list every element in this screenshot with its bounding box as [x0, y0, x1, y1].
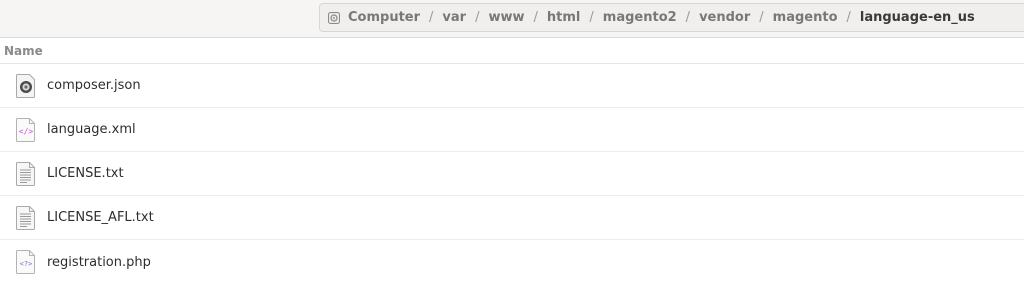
file-list: composer.json </> language.xml LICENSE.t… — [0, 64, 1024, 284]
breadcrumb-separator: / — [589, 10, 594, 25]
json-file-icon — [14, 73, 38, 99]
php-file-icon: <?> — [14, 249, 38, 275]
breadcrumb-separator: / — [429, 10, 434, 25]
name-column-header[interactable]: Name — [0, 39, 1024, 64]
breadcrumb-item-www[interactable]: www — [488, 10, 524, 25]
breadcrumb-item-html[interactable]: html — [547, 10, 580, 25]
breadcrumb-item-magento2[interactable]: magento2 — [603, 10, 677, 25]
file-name: language.xml — [47, 122, 136, 137]
breadcrumb-separator: / — [846, 10, 851, 25]
breadcrumb-item-current[interactable]: language-en_us — [860, 10, 975, 25]
file-name: LICENSE.txt — [47, 166, 124, 181]
file-name: composer.json — [47, 78, 141, 93]
file-row-license-txt[interactable]: LICENSE.txt — [0, 152, 1024, 196]
disk-icon[interactable] — [328, 11, 340, 24]
file-row-registration-php[interactable]: <?> registration.php — [0, 240, 1024, 284]
file-row-language-xml[interactable]: </> language.xml — [0, 108, 1024, 152]
header-bar: Computer / var / www / html / magento2 /… — [0, 0, 1024, 38]
breadcrumb-separator: / — [759, 10, 764, 25]
file-row-composer-json[interactable]: composer.json — [0, 64, 1024, 108]
breadcrumb-separator: / — [533, 10, 538, 25]
name-column-label: Name — [4, 44, 43, 58]
breadcrumb-separator: / — [475, 10, 480, 25]
text-file-icon — [14, 205, 38, 231]
breadcrumb-item-var[interactable]: var — [442, 10, 466, 25]
text-file-icon — [14, 161, 38, 187]
breadcrumb-separator: / — [685, 10, 691, 25]
file-row-license-afl-txt[interactable]: LICENSE_AFL.txt — [0, 196, 1024, 240]
file-name: registration.php — [47, 254, 151, 270]
file-manager-window: Computer / var / www / html / magento2 /… — [0, 0, 1024, 308]
breadcrumb-item-vendor[interactable]: vendor — [699, 10, 750, 25]
breadcrumb: Computer / var / www / html / magento2 /… — [319, 3, 1024, 32]
xml-file-icon: </> — [14, 117, 38, 143]
svg-text:<?>: <?> — [20, 260, 33, 268]
file-name: LICENSE_AFL.txt — [47, 210, 154, 225]
breadcrumb-item-computer[interactable]: Computer — [348, 10, 420, 25]
svg-text:</>: </> — [19, 127, 34, 136]
breadcrumb-item-magento[interactable]: magento — [773, 10, 838, 25]
